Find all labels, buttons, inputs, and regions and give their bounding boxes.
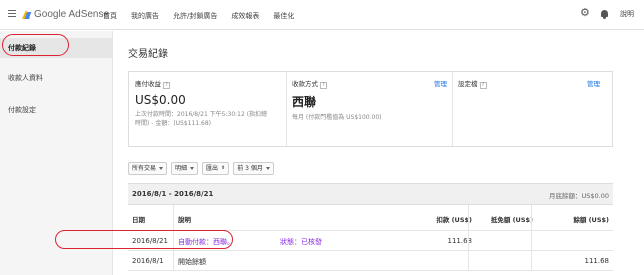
chevron-down-icon [265, 167, 270, 170]
column-header-date[interactable]: 日期 [132, 214, 145, 224]
page-title: 交易紀錄 [128, 49, 168, 60]
divider [286, 72, 287, 146]
settings-section: 設定檔? [458, 78, 578, 89]
annotation-circle-transaction [55, 230, 233, 249]
summary-card: 應付收益? US$0.00 上次付款時間：2016/8/21 下午5:30:12… [128, 71, 613, 147]
payment-method-value: 西聯 [292, 95, 317, 109]
adsense-logo[interactable]: Google AdSense [22, 9, 109, 20]
help-question-icon[interactable]: ? [163, 82, 170, 89]
earnings-detail-2: 時間) - 金額：(US$111.68) [135, 120, 212, 127]
earnings-section: 應付收益? US$0.00 上次付款時間：2016/8/21 下午5:30:12… [135, 78, 285, 128]
column-header-debit: 抵免額 (US$) [490, 216, 533, 224]
main-nav: 首頁 我的廣告 允許/封鎖廣告 成效報表 最佳化 [103, 11, 294, 21]
bell-icon[interactable] [600, 9, 610, 19]
date-range-label: 2016/8/1 - 2016/8/21 [132, 190, 214, 198]
chevron-down-icon [190, 167, 195, 170]
payment-method-detail: 每月 (付款門檻值為 US$100.00) [292, 114, 382, 121]
earnings-amount: US$0.00 [135, 93, 186, 107]
date-range-dropdown[interactable]: 前 3 個月 [233, 162, 274, 175]
nav-item-optimization[interactable]: 最佳化 [273, 11, 294, 21]
nav-item-allow-block-ads[interactable]: 允許/封鎖廣告 [173, 11, 217, 21]
filter-bar: 所有交易 明細 匯出 ⬍ 前 3 個月 [128, 162, 274, 175]
sidebar-item-payee-info[interactable]: 收款人資料 [0, 68, 113, 88]
transactions-table: 2016/8/1 - 2016/8/21 月底餘額：US$0.00 日期 說明 … [128, 183, 613, 271]
row-status: 狀態：已核發 [280, 238, 322, 246]
settings-label: 設定檔 [458, 80, 478, 88]
table-row: 2016/8/1 開始餘額 111.68 [128, 251, 613, 271]
divider [452, 72, 453, 146]
help-link[interactable]: 說明 [620, 9, 634, 19]
column-header-credit: 扣款 (US$) [436, 216, 472, 224]
top-bar: Google AdSense 首頁 我的廣告 允許/封鎖廣告 成效報表 最佳化 … [0, 0, 644, 30]
sidebar-item-payment-settings[interactable]: 付款設定 [0, 100, 113, 120]
hamburger-menu-icon[interactable] [8, 10, 16, 18]
nav-item-home[interactable]: 首頁 [103, 11, 117, 21]
help-question-icon[interactable]: ? [320, 82, 327, 89]
payment-method-section: 收款方式? 西聯 每月 (付款門檻值為 US$100.00) [292, 78, 442, 122]
detail-dropdown[interactable]: 明細 [171, 162, 199, 175]
top-right-controls: 說明 [580, 6, 634, 19]
logo-text: Google AdSense [34, 9, 110, 20]
earnings-detail-1: 上次付款時間：2016/8/21 下午5:30:12 (指扣總 [135, 111, 268, 118]
chevron-down-icon [159, 167, 164, 170]
date-range-header: 2016/8/1 - 2016/8/21 月底餘額：US$0.00 [128, 183, 613, 205]
button-label: 匯出 [206, 165, 219, 172]
earnings-label: 應付收益 [135, 80, 161, 88]
row-balance: 111.68 [584, 257, 610, 265]
payment-method-label: 收款方式 [292, 80, 318, 88]
table-header-row: 日期 說明 扣款 (US$) 抵免額 (US$) 餘額 (US$) [128, 205, 613, 231]
payment-manage-link[interactable]: 管理 [434, 78, 447, 88]
period-balance-label: 月底餘額：US$0.00 [549, 192, 609, 200]
row-date: 2016/8/1 [132, 257, 164, 265]
row-description: 開始餘額 [178, 258, 206, 266]
column-header-balance: 餘額 (US$) [573, 216, 609, 224]
dropdown-label: 所有交易 [132, 165, 157, 172]
dropdown-label: 前 3 個月 [237, 165, 263, 172]
column-header-description: 說明 [178, 216, 191, 224]
settings-manage-link[interactable]: 管理 [587, 78, 600, 88]
adsense-logo-icon [22, 10, 30, 19]
help-question-icon[interactable]: ? [479, 82, 487, 89]
nav-item-performance-reports[interactable]: 成效報表 [231, 11, 259, 21]
up-down-icon: ⬍ [221, 165, 226, 171]
nav-item-my-ads[interactable]: 我的廣告 [131, 11, 159, 21]
transaction-type-dropdown[interactable]: 所有交易 [128, 162, 168, 175]
gear-icon[interactable] [580, 6, 590, 19]
export-button[interactable]: 匯出 ⬍ [202, 162, 230, 175]
dropdown-label: 明細 [175, 165, 188, 172]
annotation-circle-sidebar [2, 34, 69, 56]
